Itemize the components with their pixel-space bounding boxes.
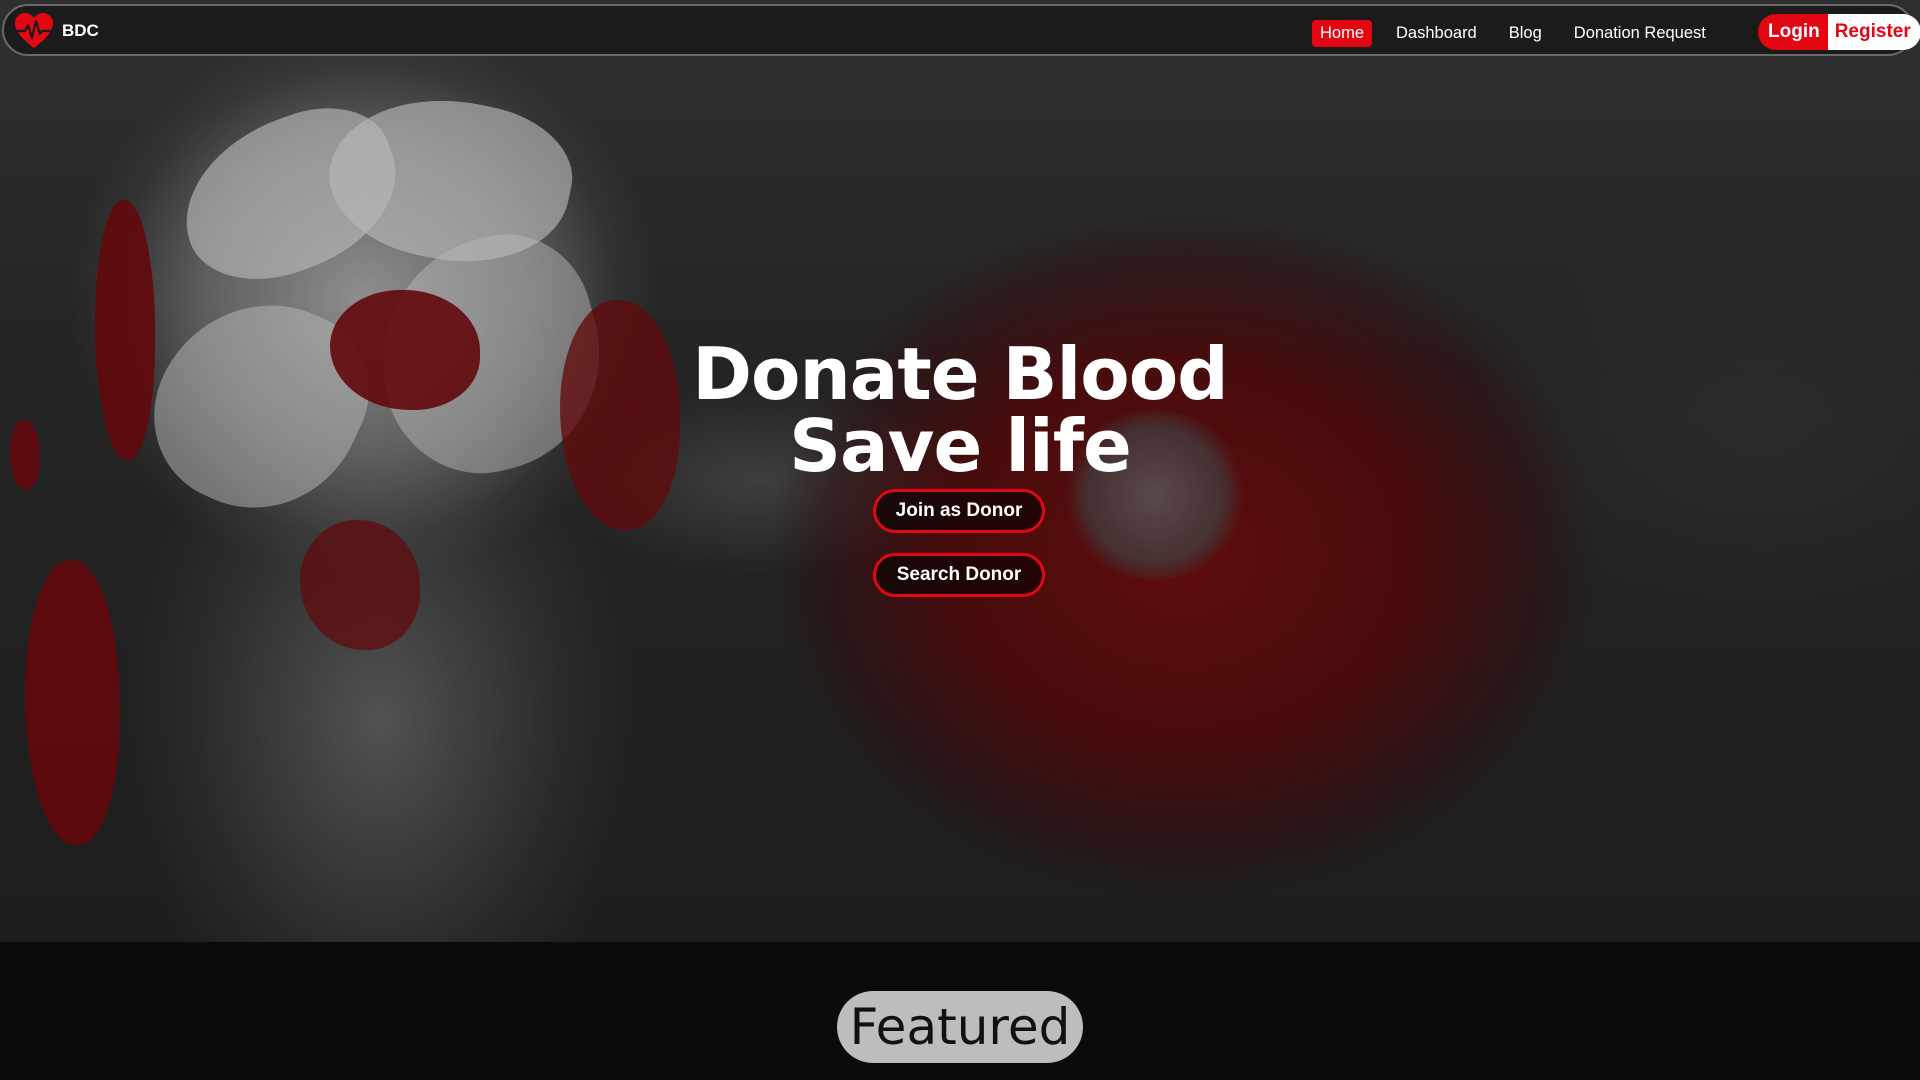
nav-link-blog[interactable]: Blog xyxy=(1501,20,1550,47)
heart-pulse-icon xyxy=(14,13,54,48)
nav-link-donation-request[interactable]: Donation Request xyxy=(1566,20,1714,47)
hero-title: Donate Blood Save life xyxy=(640,338,1280,482)
navbar: BDC Home Dashboard Blog Donation Request… xyxy=(2,4,1920,56)
register-button[interactable]: Register xyxy=(1827,14,1920,50)
featured-section: Featured xyxy=(0,942,1920,1080)
nav-link-dashboard[interactable]: Dashboard xyxy=(1388,20,1485,47)
brand[interactable]: BDC xyxy=(14,12,99,50)
featured-heading: Featured xyxy=(837,991,1083,1063)
auth-buttons: Login Register xyxy=(1758,14,1920,50)
nav-links: Home Dashboard Blog Donation Request xyxy=(1312,19,1730,47)
hero-title-line1: Donate Blood xyxy=(692,332,1228,416)
login-button[interactable]: Login xyxy=(1758,14,1828,50)
search-donor-button[interactable]: Search Donor xyxy=(873,553,1045,597)
nav-link-home[interactable]: Home xyxy=(1312,19,1373,47)
join-as-donor-button[interactable]: Join as Donor xyxy=(873,489,1045,533)
brand-name: BDC xyxy=(62,21,99,40)
hero-background: Donate Blood Save life Join as Donor Sea… xyxy=(0,0,1920,942)
hero-title-line2: Save life xyxy=(789,404,1132,488)
